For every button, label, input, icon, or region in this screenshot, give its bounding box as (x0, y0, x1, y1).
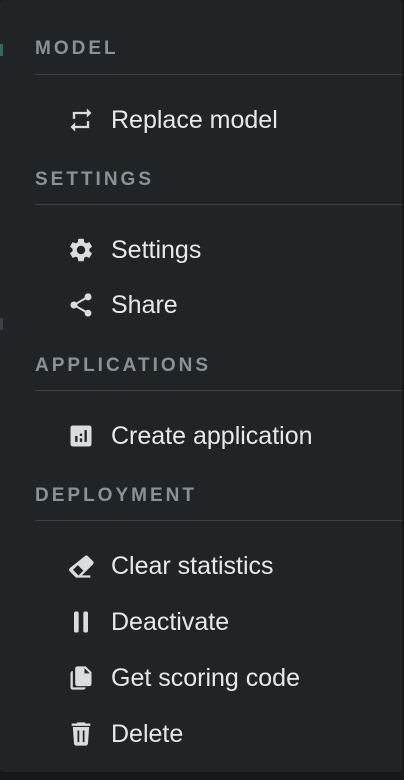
menu-item-settings[interactable]: Settings (58, 228, 394, 272)
menu-item-replace-model[interactable]: Replace model (58, 98, 394, 142)
edge-accent (0, 44, 3, 56)
section-divider (35, 204, 402, 205)
trash-icon (58, 712, 104, 756)
menu-item-create-application[interactable]: Create application (58, 414, 394, 458)
menu-item-label: Create application (111, 421, 313, 450)
menu-item-label: Clear statistics (111, 551, 274, 580)
gear-icon (58, 228, 104, 272)
menu-item-clear-statistics[interactable]: Clear statistics (58, 544, 394, 588)
section-header-settings: SETTINGS (35, 169, 155, 190)
menu-item-label: Share (111, 290, 178, 319)
section-divider (35, 74, 402, 75)
menu-item-get-scoring-code[interactable]: Get scoring code (58, 656, 394, 700)
section-divider (35, 520, 402, 521)
copy-icon (58, 656, 104, 700)
menu-item-delete[interactable]: Delete (58, 712, 394, 756)
section-header-deployment: DEPLOYMENT (35, 485, 197, 506)
eraser-icon (58, 544, 104, 588)
section-header-model: MODEL (35, 38, 119, 59)
menu-item-label: Deactivate (111, 607, 230, 636)
section-header-applications: APPLICATIONS (35, 355, 212, 376)
section-divider (35, 390, 402, 391)
menu-item-label: Settings (111, 235, 202, 264)
share-icon (58, 283, 104, 327)
menu-item-label: Get scoring code (111, 663, 300, 692)
replace-icon (58, 98, 104, 142)
menu-item-label: Delete (111, 719, 184, 748)
menu-item-label: Replace model (111, 105, 278, 134)
actions-menu: MODEL Replace model SETTINGS Settings Sh… (0, 0, 402, 772)
chart-app-icon (58, 414, 104, 458)
menu-item-share[interactable]: Share (58, 283, 394, 327)
menu-item-deactivate[interactable]: Deactivate (58, 600, 394, 644)
pause-icon (58, 600, 104, 644)
edge-accent (0, 318, 3, 330)
